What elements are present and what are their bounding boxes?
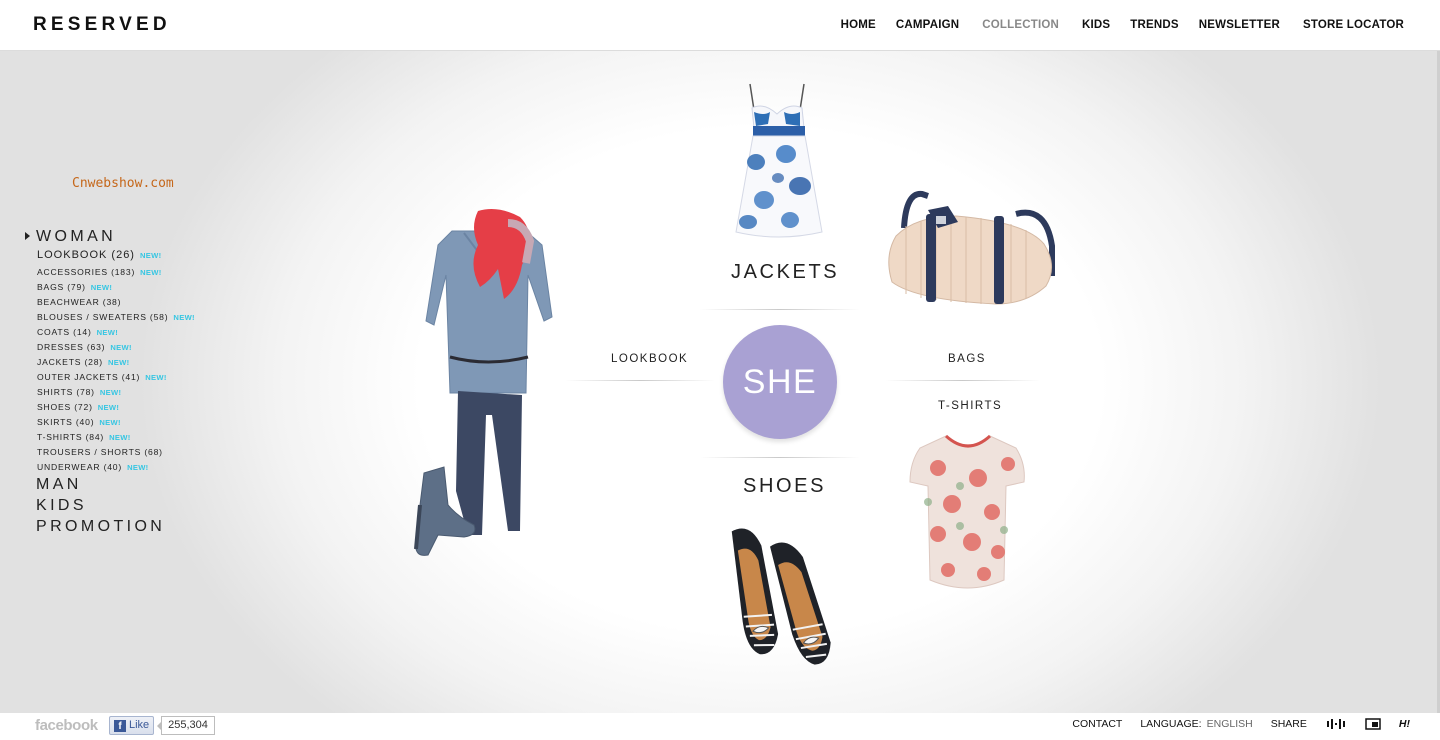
divider-line xyxy=(565,380,715,381)
new-badge: NEW! xyxy=(127,463,149,472)
subcategory-skirts[interactable]: SKIRTS (40) NEW! xyxy=(37,415,195,430)
new-badge: NEW! xyxy=(107,358,130,367)
footer-links: CONTACT LANGUAGE: ENGLISH SHARE H! xyxy=(1072,718,1410,730)
dress-image[interactable] xyxy=(734,82,824,240)
category-promotion[interactable]: PROMOTION xyxy=(36,518,165,536)
watermark-text: Cnwebshow.com xyxy=(72,176,174,191)
new-badge: NEW! xyxy=(140,268,162,277)
shoes-image[interactable] xyxy=(724,518,836,676)
subcategory-label: COATS (14) xyxy=(37,327,92,337)
site-logo[interactable]: RESERVED xyxy=(33,14,171,36)
facebook-f-icon: f xyxy=(114,720,126,732)
subcategory-label: T-SHIRTS (84) xyxy=(37,432,105,442)
subcategory-outer-jackets[interactable]: OUTER JACKETS (41) NEW! xyxy=(37,370,195,385)
new-badge: NEW! xyxy=(99,388,122,397)
subcategory-underwear[interactable]: UNDERWEAR (40) NEW! xyxy=(37,460,195,475)
divider-line xyxy=(700,309,860,310)
she-circle-button[interactable]: SHE xyxy=(723,325,837,439)
new-badge: NEW! xyxy=(109,433,131,442)
label-t-shirts[interactable]: T-SHIRTS xyxy=(938,400,1002,412)
category-man[interactable]: MAN xyxy=(36,476,82,494)
bag-image[interactable] xyxy=(876,186,1058,310)
subcategory-shirts[interactable]: SHIRTS (78) NEW! xyxy=(37,385,195,400)
stage-background xyxy=(0,51,1440,713)
subcategory-t-shirts[interactable]: T-SHIRTS (84) NEW! xyxy=(37,430,195,445)
woman-subcategory-list: LOOKBOOK (26) NEW! ACCESSORIES (183) NEW! … xyxy=(37,249,195,475)
subcategory-label: SHIRTS (78) xyxy=(37,387,95,397)
subcategory-accessories[interactable]: ACCESSORIES (183) NEW! xyxy=(37,265,195,280)
new-badge: NEW! xyxy=(173,313,195,322)
like-label: Like xyxy=(129,719,150,731)
divider-line xyxy=(700,457,860,458)
nav-campaign[interactable]: CAMPAIGN xyxy=(896,19,959,31)
new-badge: NEW! xyxy=(110,343,132,352)
new-badge: NEW! xyxy=(90,283,113,292)
label-bags[interactable]: BAGS xyxy=(948,353,986,365)
label-lookbook[interactable]: LOOKBOOK xyxy=(611,353,688,365)
outfit-image[interactable] xyxy=(398,205,576,563)
nav-store-locator[interactable]: STORE LOCATOR xyxy=(1303,19,1404,31)
facebook-logo[interactable]: facebook xyxy=(35,717,98,734)
subcategory-label: DRESSES (63) xyxy=(37,342,106,352)
category-kids[interactable]: KIDS xyxy=(36,497,87,515)
new-badge: NEW! xyxy=(145,373,167,382)
t-shirt-image[interactable] xyxy=(908,430,1028,594)
subcategory-label: ACCESSORIES (183) xyxy=(37,267,136,277)
subcategory-label: UNDERWEAR (40) xyxy=(37,462,123,472)
subcategory-label: OUTER JACKETS (41) xyxy=(37,372,141,382)
label-shoes[interactable]: SHOES xyxy=(743,475,826,498)
nav-kids[interactable]: KIDS xyxy=(1082,19,1110,31)
new-badge: NEW! xyxy=(99,418,121,427)
share-link[interactable]: SHARE xyxy=(1271,718,1307,730)
divider-line xyxy=(885,380,1040,381)
language-selector[interactable]: ENGLISH xyxy=(1207,718,1253,730)
subcategory-beachwear[interactable]: BEACHWEAR (38) xyxy=(37,295,195,310)
equalizer-icon[interactable] xyxy=(1326,719,1345,729)
subcategory-dresses[interactable]: DRESSES (63) NEW! xyxy=(37,340,195,355)
subcategory-label: BLOUSES / SWEATERS (58) xyxy=(37,312,169,322)
subcategory-blouses-sweaters[interactable]: BLOUSES / SWEATERS (58) NEW! xyxy=(37,310,195,325)
site-footer: facebook f Like 255,304 CONTACT LANGUAGE… xyxy=(0,713,1440,740)
facebook-like-button[interactable]: f Like xyxy=(109,716,154,735)
expanded-arrow-icon xyxy=(25,232,30,240)
like-count: 255,304 xyxy=(157,716,215,735)
nav-newsletter[interactable]: NEWSLETTER xyxy=(1199,19,1280,31)
subcategory-coats[interactable]: COATS (14) NEW! xyxy=(37,325,195,340)
nav-trends[interactable]: TRENDS xyxy=(1130,19,1178,31)
new-badge: NEW! xyxy=(97,403,120,412)
subcategory-label: BAGS (79) xyxy=(37,282,86,292)
new-badge: NEW! xyxy=(139,251,162,260)
fullscreen-icon[interactable] xyxy=(1365,718,1381,730)
nav-home[interactable]: HOME xyxy=(841,19,876,31)
subcategory-label: BEACHWEAR (38) xyxy=(37,297,122,307)
main-nav: HOME CAMPAIGN COLLECTION KIDS TRENDS NEW… xyxy=(821,19,1404,31)
subcategory-label: LOOKBOOK (26) xyxy=(37,249,135,261)
subcategory-label: SHOES (72) xyxy=(37,402,93,412)
subcategory-jackets[interactable]: JACKETS (28) NEW! xyxy=(37,355,195,370)
language-label: LANGUAGE: xyxy=(1140,718,1202,730)
subcategory-shoes[interactable]: SHOES (72) NEW! xyxy=(37,400,195,415)
hi-brand-link[interactable]: H! xyxy=(1399,718,1410,730)
subcategory-label: JACKETS (28) xyxy=(37,357,103,367)
subcategory-lookbook[interactable]: LOOKBOOK (26) NEW! xyxy=(37,249,195,265)
subcategory-bags[interactable]: BAGS (79) NEW! xyxy=(37,280,195,295)
nav-collection[interactable]: COLLECTION xyxy=(982,19,1059,31)
label-jackets[interactable]: JACKETS xyxy=(731,261,839,284)
category-woman[interactable]: WOMAN xyxy=(36,228,116,246)
subcategory-label: SKIRTS (40) xyxy=(37,417,95,427)
subcategory-trousers-shorts[interactable]: TROUSERS / SHORTS (68) xyxy=(37,445,195,460)
site-header: RESERVED HOME CAMPAIGN COLLECTION KIDS T… xyxy=(0,0,1440,51)
new-badge: NEW! xyxy=(96,328,119,337)
contact-link[interactable]: CONTACT xyxy=(1072,718,1122,730)
subcategory-label: TROUSERS / SHORTS (68) xyxy=(37,447,163,457)
